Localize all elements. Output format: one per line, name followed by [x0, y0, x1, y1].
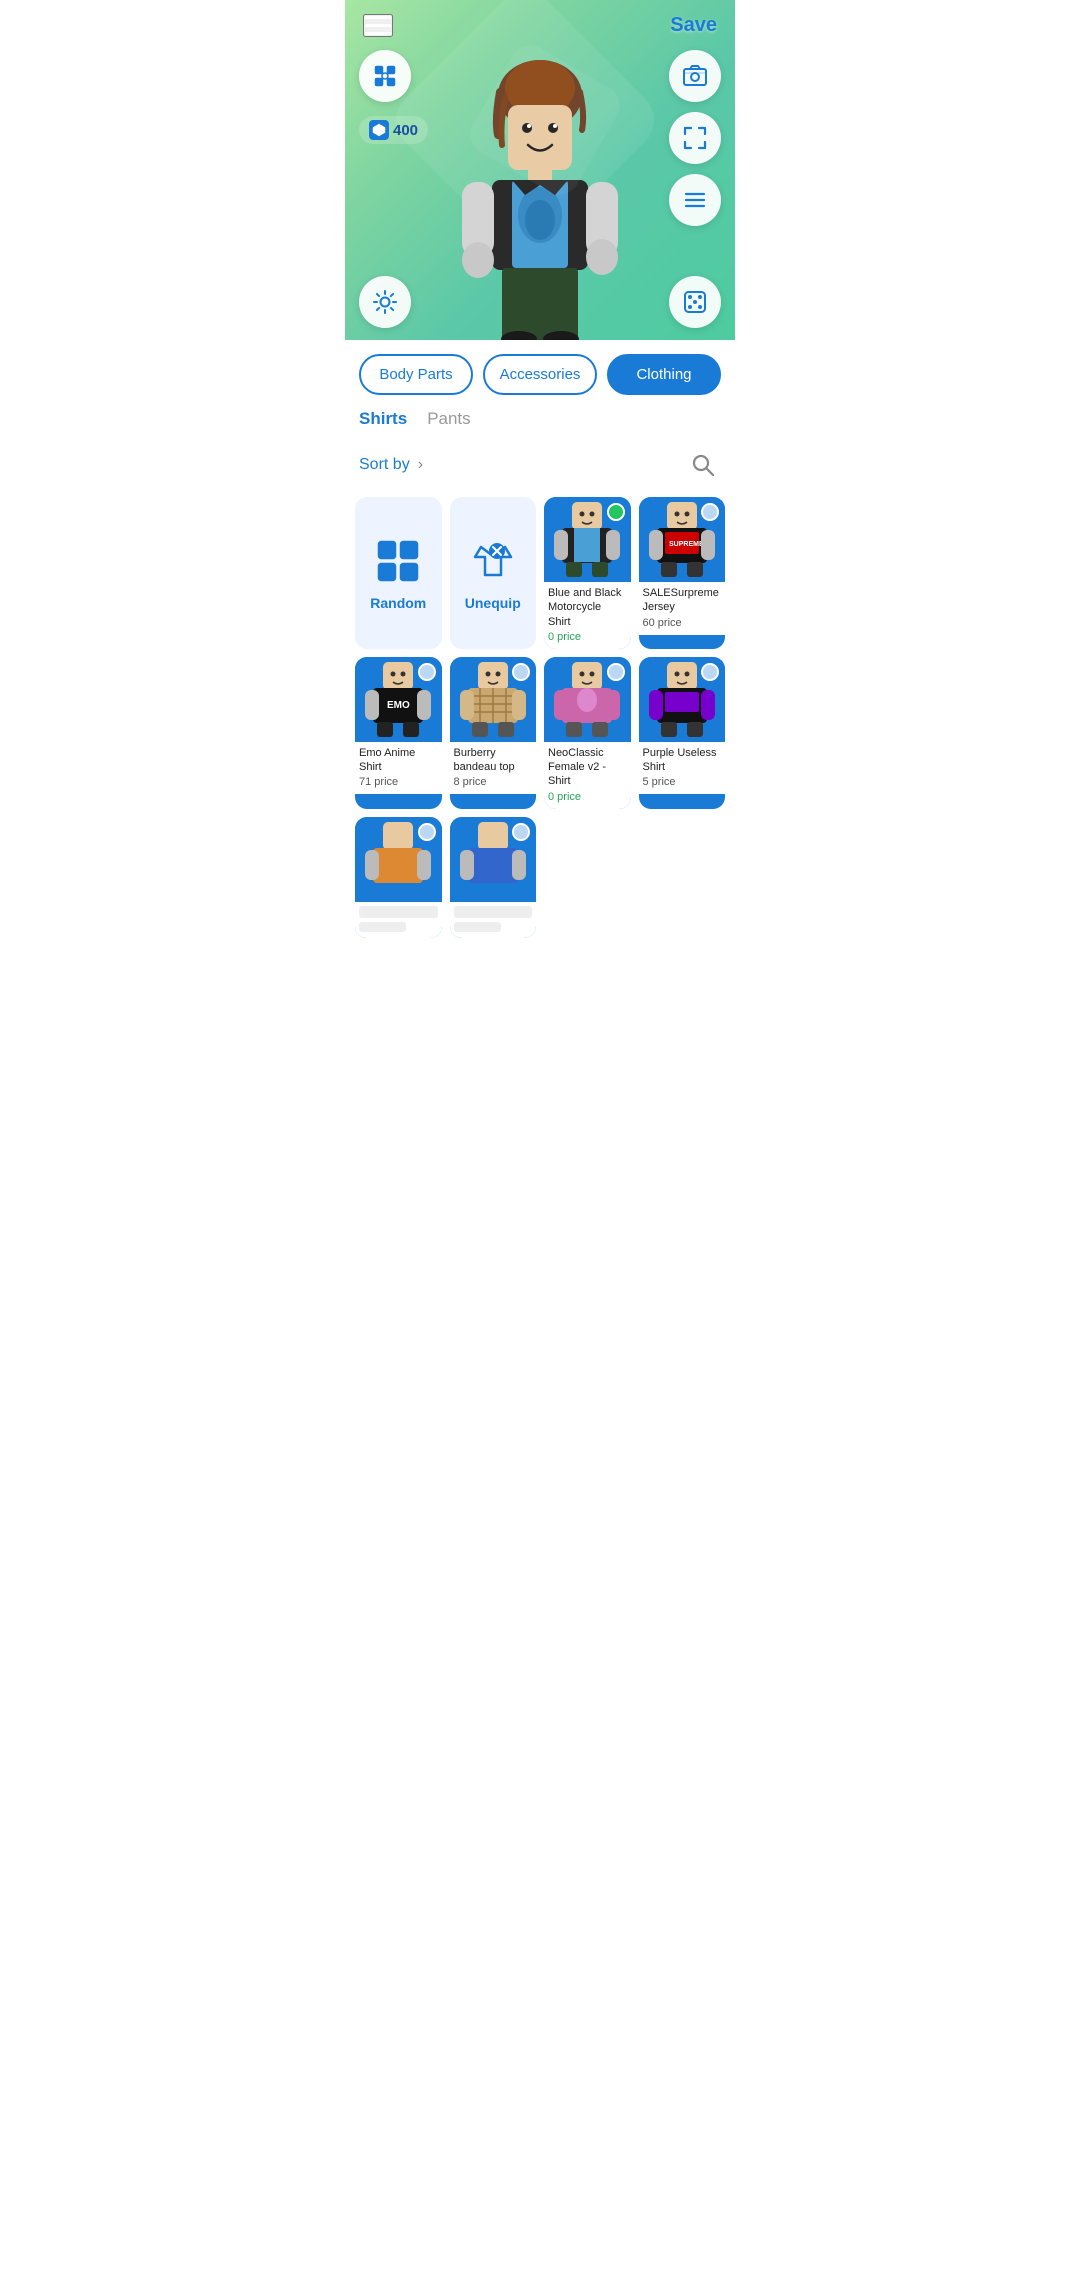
tab-shirts[interactable]: Shirts	[359, 409, 407, 435]
sort-by-text: Sort by	[359, 456, 410, 474]
tab-pants[interactable]: Pants	[427, 409, 470, 435]
item-info	[355, 902, 442, 938]
search-button[interactable]	[685, 447, 721, 483]
settings-button[interactable]	[359, 276, 411, 328]
item-blue-black-moto[interactable]: Blue and Black Motorcycle Shirt 0 price	[544, 497, 631, 649]
random-label: Random	[370, 595, 426, 611]
item-price: 71 price	[359, 776, 438, 788]
item-info: Purple Useless Shirt 5 price	[639, 742, 726, 795]
item-placeholder-9[interactable]	[355, 817, 442, 938]
customize-icon	[371, 62, 399, 90]
dice-button[interactable]	[669, 276, 721, 328]
selection-indicator	[418, 823, 436, 841]
category-tab-body-parts[interactable]: Body Parts	[359, 354, 473, 395]
svg-text:EMO: EMO	[387, 700, 410, 711]
selection-indicator	[512, 663, 530, 681]
item-info: Blue and Black Motorcycle Shirt 0 price	[544, 582, 631, 649]
category-tab-clothing[interactable]: Clothing	[607, 354, 721, 395]
item-info: Emo Anime Shirt 71 price	[355, 742, 442, 795]
avatar-bottom-controls	[359, 276, 721, 328]
sort-label[interactable]: Sort by ›	[359, 456, 423, 474]
item-name: Blue and Black Motorcycle Shirt	[548, 586, 627, 629]
sort-bar: Sort by ›	[345, 439, 735, 491]
avatar-section: Save 400	[345, 0, 735, 340]
category-tabs: Body Parts Accessories Clothing	[345, 340, 735, 403]
robux-icon	[369, 120, 389, 140]
item-unequip[interactable]: Unequip	[450, 497, 537, 649]
top-bar: Save	[345, 0, 735, 51]
list-icon	[681, 186, 709, 214]
sort-chevron-icon: ›	[418, 456, 423, 474]
avatar-right-controls	[669, 50, 721, 226]
item-price: 0 price	[548, 791, 627, 803]
unequip-label: Unequip	[465, 595, 521, 611]
item-price: 60 price	[643, 617, 722, 629]
item-price: 8 price	[454, 776, 533, 788]
customize-button[interactable]	[359, 50, 411, 102]
item-placeholder-10[interactable]	[450, 817, 537, 938]
item-info: NeoClassic Female v2 - Shirt 0 price	[544, 742, 631, 809]
photo-button[interactable]	[669, 50, 721, 102]
selection-indicator	[607, 663, 625, 681]
expand-icon	[681, 124, 709, 152]
selection-indicator	[512, 823, 530, 841]
dice-icon	[681, 288, 709, 316]
item-burberry[interactable]: Burberry bandeau top 8 price	[450, 657, 537, 809]
item-info	[450, 902, 537, 938]
item-info: SALESurpreme Jersey 60 price	[639, 582, 726, 635]
selection-indicator	[418, 663, 436, 681]
avatar-left-controls: 400	[359, 50, 428, 144]
item-name: Purple Useless Shirt	[643, 746, 722, 775]
item-name	[359, 906, 438, 918]
search-icon	[690, 452, 716, 478]
settings-icon	[371, 288, 399, 316]
selection-indicator	[607, 503, 625, 521]
item-emo-anime[interactable]: EMO Emo Anime Shirt 71 price	[355, 657, 442, 809]
expand-button[interactable]	[669, 112, 721, 164]
item-price	[454, 922, 501, 932]
item-neoclassic[interactable]: NeoClassic Female v2 - Shirt 0 price	[544, 657, 631, 809]
item-name: SALESurpreme Jersey	[643, 586, 722, 615]
sub-tabs: Shirts Pants	[345, 403, 735, 439]
menu-button[interactable]	[363, 14, 393, 37]
selection-indicator	[701, 663, 719, 681]
item-info: Burberry bandeau top 8 price	[450, 742, 537, 795]
robux-amount: 400	[393, 122, 418, 139]
item-sale-supreme[interactable]: SUPREME SALESurpreme Jersey 60 price	[639, 497, 726, 649]
svg-text:SUPREME: SUPREME	[669, 541, 704, 548]
random-icon	[372, 535, 424, 587]
item-price	[359, 922, 406, 932]
photo-icon	[681, 62, 709, 90]
item-random[interactable]: Random	[355, 497, 442, 649]
robux-badge: 400	[359, 116, 428, 144]
selection-indicator	[701, 503, 719, 521]
list-button[interactable]	[669, 174, 721, 226]
item-name: Emo Anime Shirt	[359, 746, 438, 775]
item-price: 5 price	[643, 776, 722, 788]
robux-symbol-icon	[372, 123, 386, 137]
item-purple-useless[interactable]: Purple Useless Shirt 5 price	[639, 657, 726, 809]
item-name: Burberry bandeau top	[454, 746, 533, 775]
item-name: NeoClassic Female v2 - Shirt	[548, 746, 627, 789]
save-button[interactable]: Save	[670, 14, 717, 37]
item-name	[454, 906, 533, 918]
category-tab-accessories[interactable]: Accessories	[483, 354, 597, 395]
unequip-icon	[467, 535, 519, 587]
item-price: 0 price	[548, 631, 627, 643]
items-grid: Random Unequip	[345, 491, 735, 948]
